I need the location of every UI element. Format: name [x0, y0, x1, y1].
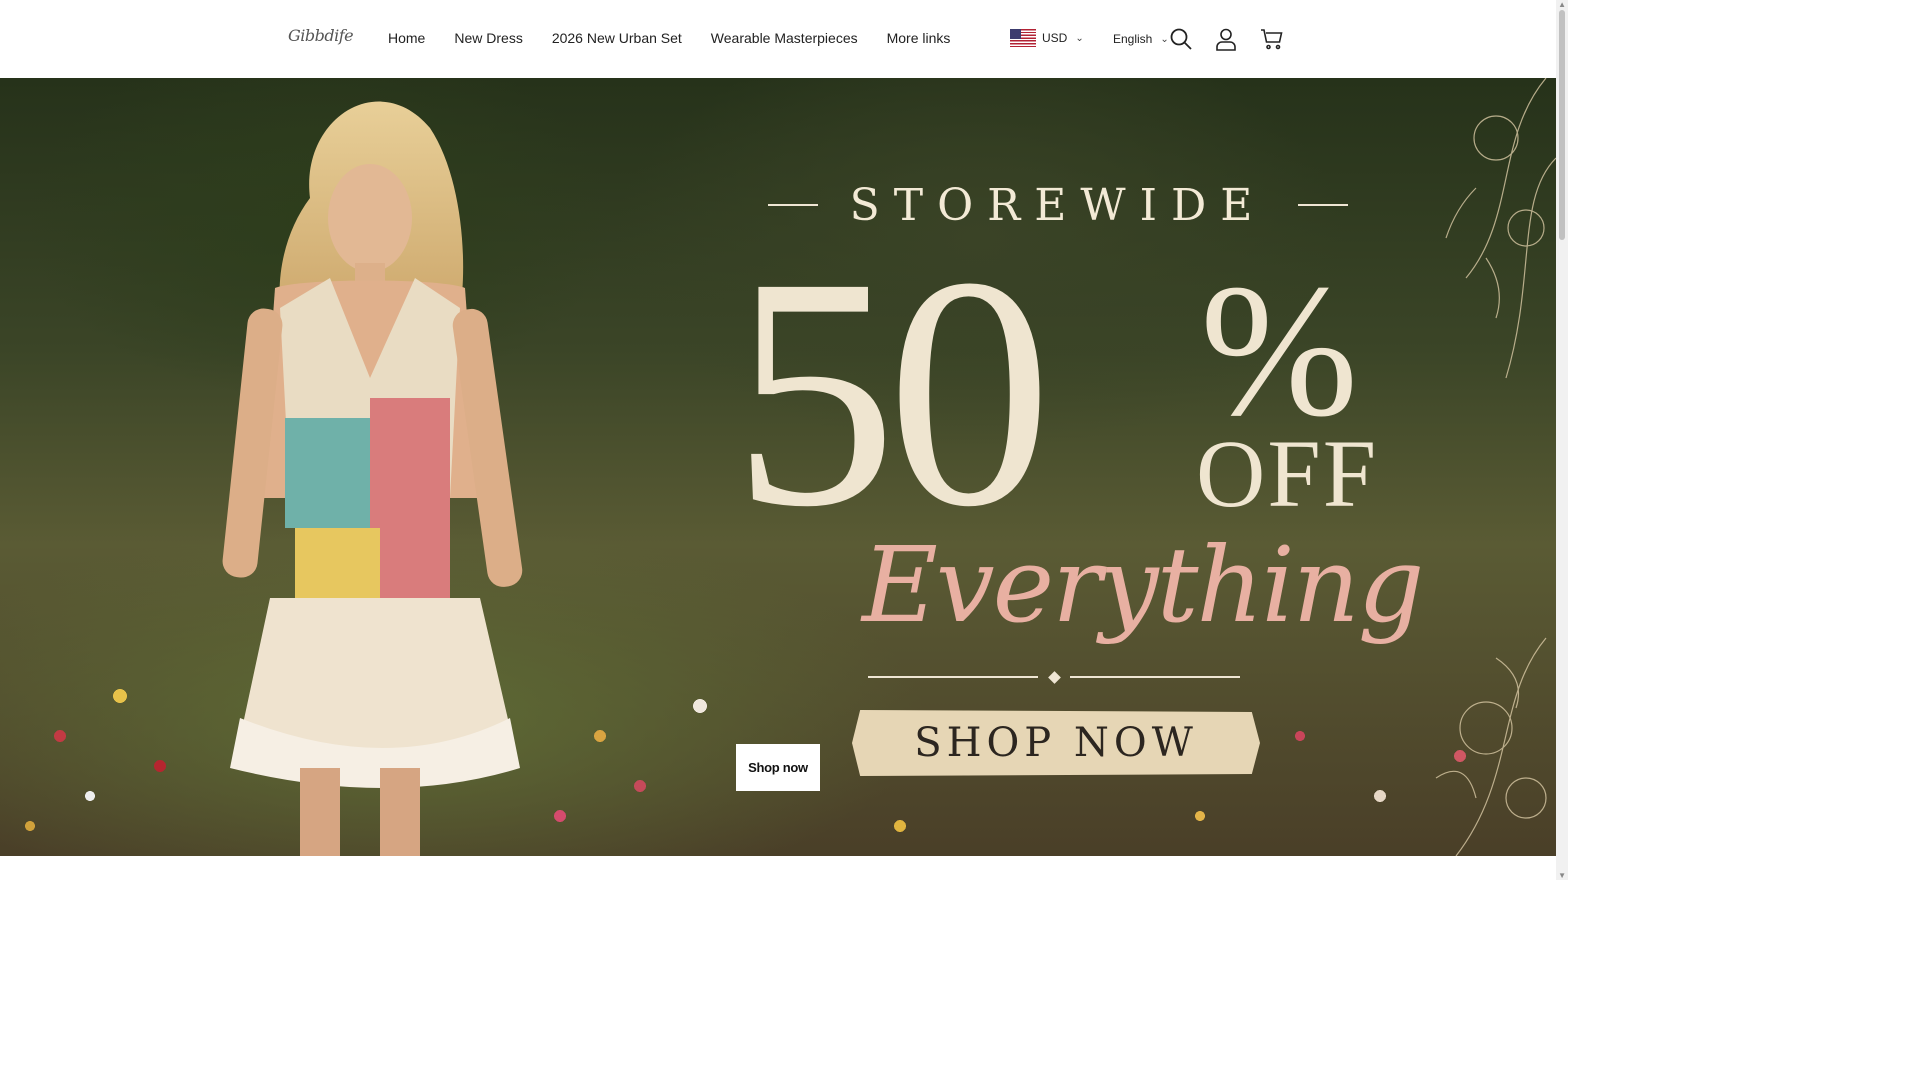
- divider-line: [768, 204, 818, 206]
- shop-now-button[interactable]: Shop now: [736, 744, 820, 791]
- off-text: OFF: [1196, 420, 1379, 527]
- everything-script: Everything: [862, 524, 1424, 646]
- discount-number: 50: [732, 210, 1052, 575]
- botanical-illustration: [1435, 78, 1556, 856]
- scrollbar[interactable]: ▲ ▼: [1556, 0, 1568, 880]
- main-nav: Home New Dress 2026 New Urban Set Wearab…: [388, 30, 979, 46]
- divider-line: [1070, 676, 1240, 678]
- ornament-divider: [868, 670, 1240, 684]
- user-icon[interactable]: [1214, 27, 1238, 51]
- shop-now-banner-text: SHOP NOW: [914, 720, 1198, 766]
- language-selector[interactable]: English ⌄: [1113, 32, 1169, 46]
- language-label: English: [1113, 32, 1153, 46]
- currency-label: USD: [1042, 31, 1068, 45]
- hero-banner[interactable]: STOREWIDE 50 % OFF Everything SHOP NOW S…: [0, 78, 1556, 856]
- scroll-thumb[interactable]: [1559, 10, 1565, 240]
- nav-urban-set[interactable]: 2026 New Urban Set: [552, 30, 682, 46]
- logo[interactable]: Gibbdife: [288, 26, 354, 45]
- scroll-up-icon[interactable]: ▲: [1558, 0, 1566, 9]
- shop-now-banner[interactable]: SHOP NOW: [852, 710, 1260, 776]
- model-figure: [222, 101, 523, 856]
- nav-new-dress[interactable]: New Dress: [454, 30, 522, 46]
- nav-more-links[interactable]: More links: [887, 30, 951, 46]
- site-header: Gibbdife Home New Dress 2026 New Urban S…: [0, 0, 1556, 79]
- scroll-down-icon[interactable]: ▼: [1558, 871, 1566, 880]
- divider-line: [1298, 204, 1348, 206]
- nav-home[interactable]: Home: [388, 30, 425, 46]
- search-icon[interactable]: [1169, 27, 1193, 51]
- currency-selector[interactable]: USD ⌄: [1010, 29, 1084, 47]
- divider-line: [868, 676, 1038, 678]
- percent-sign: %: [1200, 246, 1359, 456]
- chevron-down-icon: ⌄: [1075, 32, 1084, 44]
- chevron-down-icon: ⌄: [1160, 33, 1169, 45]
- nav-wearable-masterpieces[interactable]: Wearable Masterpieces: [711, 30, 858, 46]
- us-flag-icon: [1010, 29, 1036, 47]
- cart-icon[interactable]: [1260, 27, 1284, 51]
